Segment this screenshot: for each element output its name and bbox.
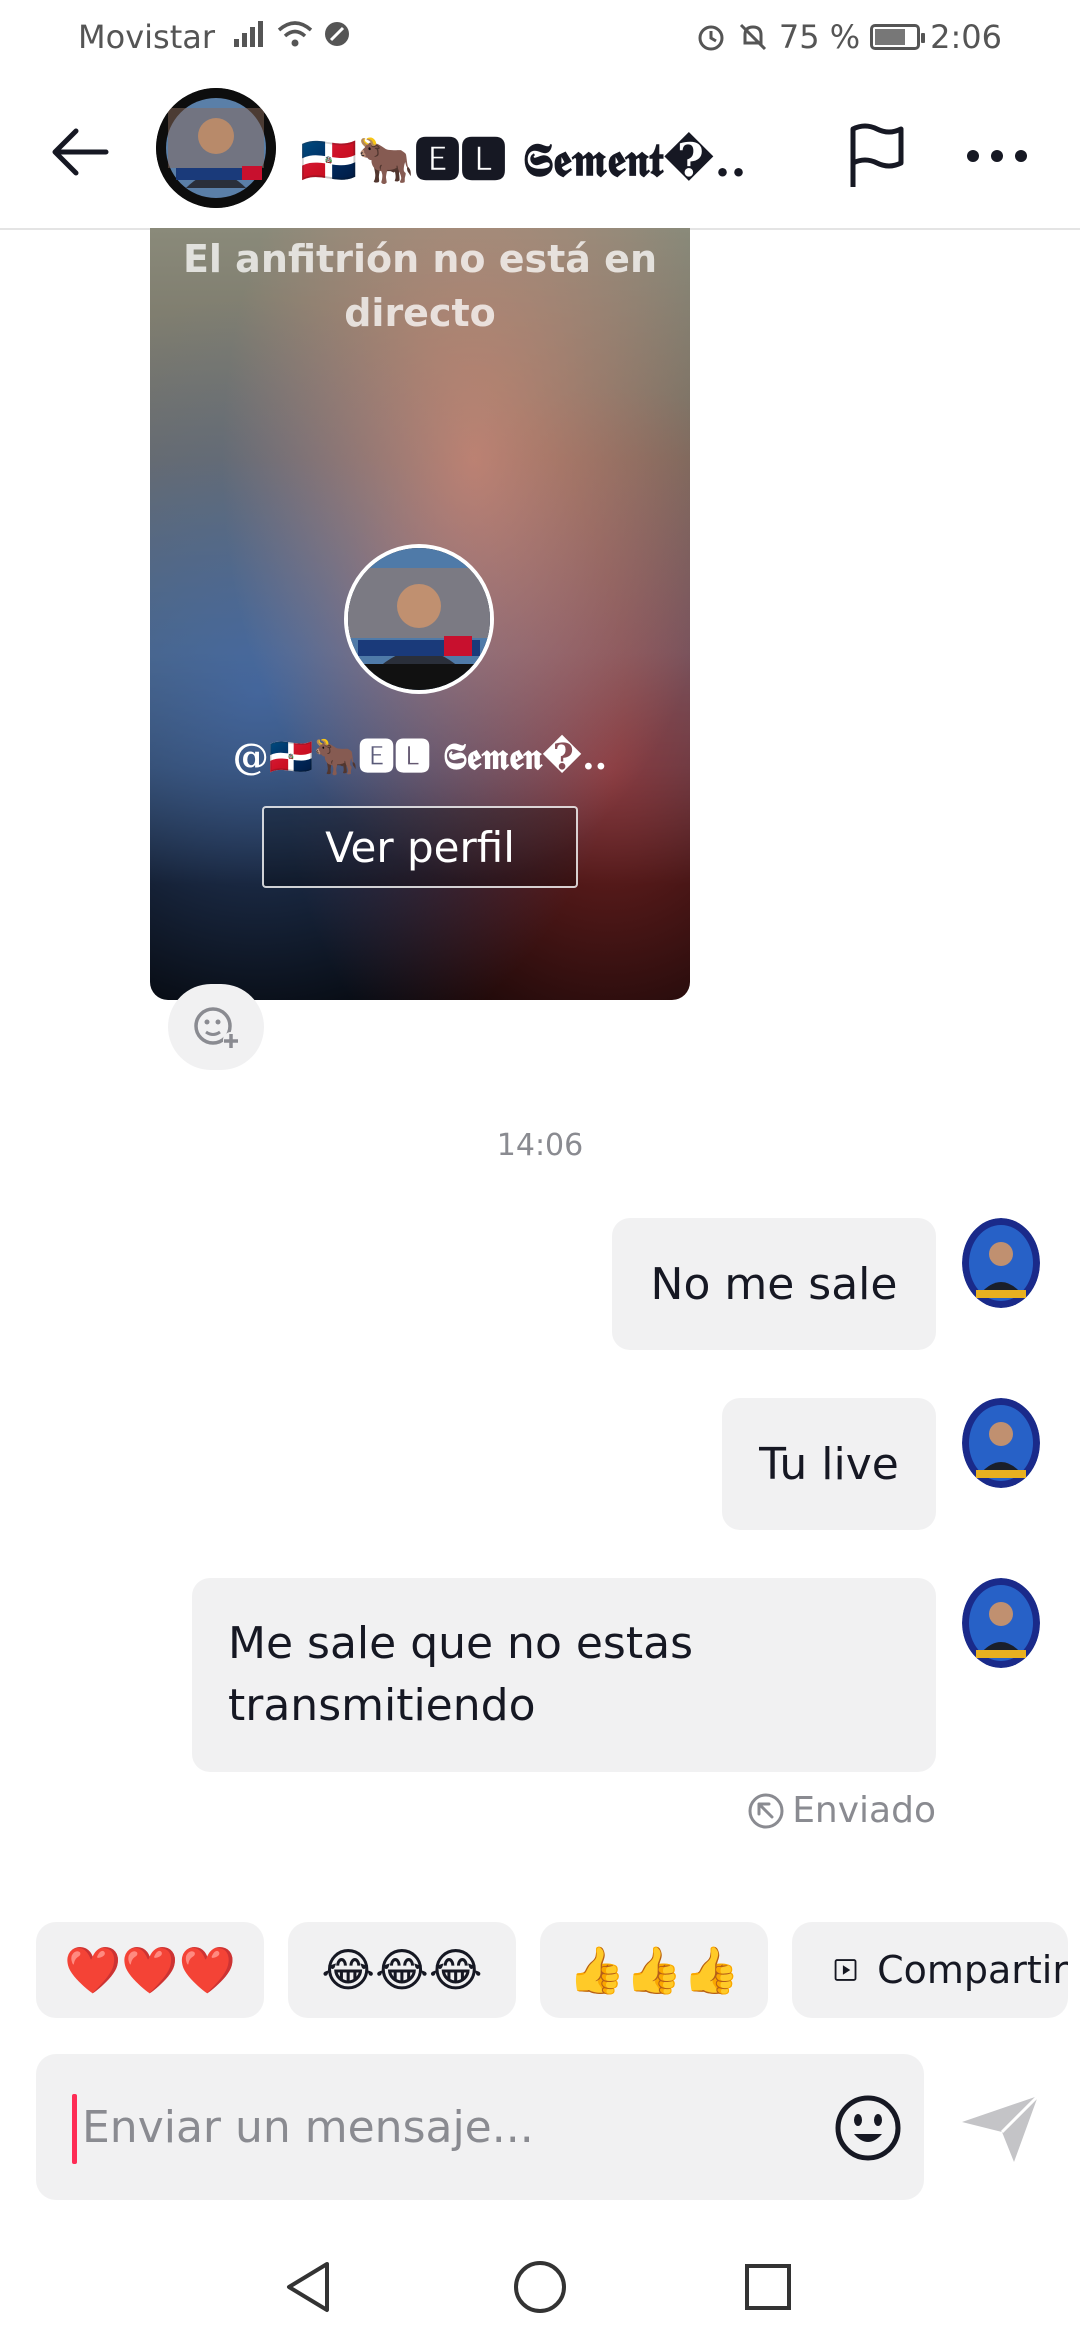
own-avatar-image [962,1578,1040,1668]
host-handle: @🇩🇴🐂🅴🅻 𝕾𝖊𝖒𝖊𝖓�.. [232,736,608,778]
add-reaction-button[interactable] [168,984,264,1070]
view-profile-button[interactable]: Ver perfil [262,806,578,888]
nav-back-button[interactable] [268,2252,348,2322]
host-avatar-image [348,548,490,690]
add-reaction-icon [194,1007,239,1048]
contact-name[interactable]: 🇩🇴🐂🅴🅻 𝕾𝖊𝖒𝖊𝖓𝖙�.. [300,124,820,190]
emoji-button[interactable] [832,2092,904,2164]
message-bubble[interactable]: Tu live [722,1398,936,1530]
own-avatar[interactable] [962,1578,1040,1668]
sent-arrow-icon [748,1793,784,1828]
host-avatar[interactable] [344,544,494,694]
live-share-card[interactable]: El anfitrión no está en directo @🇩🇴🐂🅴🅻 𝕾… [150,228,690,1000]
wifi-icon [277,21,313,47]
contact-avatar[interactable] [156,88,276,208]
avatar-image [156,88,276,208]
message-bubble[interactable]: Me sale que no estas transmitiendo [192,1578,936,1772]
status-bar: Movistar 75 % 2:06 [0,0,1080,72]
emoji-icon [835,2095,901,2161]
status-icons-left [232,18,352,50]
flag-icon [850,123,904,187]
clock: 2:06 [930,18,1002,56]
message-text: No me sale [650,1258,898,1310]
muted-bell-icon [739,23,766,51]
carrier-name: Movistar [78,18,215,56]
message-timestamp: 14:06 [496,1128,584,1163]
alarm-icon [698,25,724,51]
own-avatar-image [962,1398,1040,1488]
status-icons-right: 75 % 2:06 [695,18,1002,56]
quick-reply-laughing[interactable]: 😂😂😂 [288,1922,516,2018]
quick-reply-thumbs[interactable]: 👍👍👍 [540,1922,768,2018]
arrow-left-icon [52,128,109,176]
own-avatar[interactable] [962,1218,1040,1308]
quick-replies: ❤️❤️❤️ 😂😂😂 👍👍👍 Compartir [36,1922,1068,2018]
share-video-icon [834,1959,857,1981]
quick-reply-share[interactable]: Compartir [792,1922,1068,2018]
circle-home-icon [514,2261,566,2313]
message-text: Tu live [759,1438,899,1490]
battery-icon [870,24,926,50]
sent-status: Enviado [746,1790,936,1831]
message-bubble[interactable]: No me sale [612,1218,936,1350]
more-dots-icon [967,150,1027,162]
more-options-button[interactable] [952,116,1042,196]
share-label: Compartir [877,1948,1068,1992]
message-composer [36,2054,924,2200]
square-recents-icon [745,2264,791,2310]
battery-percent: 75 % [778,18,861,56]
message-text: Me sale que no estas transmitiendo [228,1618,693,1731]
message-input[interactable] [72,2054,812,2200]
system-nav-bar [0,2230,1080,2340]
chat-header: 🇩🇴🐂🅴🅻 𝕾𝖊𝖒𝖊𝖓𝖙�.. [0,72,1080,230]
sent-status-label: Enviado [792,1790,936,1831]
triangle-back-icon [287,2262,329,2312]
send-button[interactable] [950,2084,1050,2174]
report-button[interactable] [836,116,916,196]
own-avatar-image [962,1218,1040,1308]
signal-icon [234,21,263,47]
data-saver-icon [325,22,349,46]
send-icon [962,2094,1040,2162]
nav-home-button[interactable] [500,2252,580,2322]
nav-recents-button[interactable] [728,2252,808,2322]
quick-reply-hearts[interactable]: ❤️❤️❤️ [36,1922,264,2018]
live-status-text: El anfitrión no está en directo [182,237,658,335]
own-avatar[interactable] [962,1398,1040,1488]
back-button[interactable] [40,112,120,192]
